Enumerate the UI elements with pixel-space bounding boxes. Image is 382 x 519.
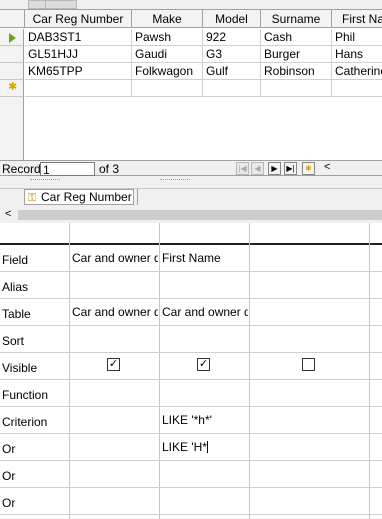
design-row-table: Table Car and owner d Car and owner d	[0, 299, 382, 326]
table-window-title: Car Reg Number	[41, 190, 132, 204]
column-header-car-reg-number[interactable]: Car Reg Number	[25, 10, 132, 28]
visible-checkbox-1[interactable]: ✓	[107, 358, 120, 371]
row-label-function: Function	[2, 388, 49, 402]
record-navigation-bar: Record 1 of 3 |◀ ◀ ▶ ▶| ✱ <	[0, 160, 382, 176]
table-cell[interactable]: 922	[203, 29, 261, 46]
design-row-or-1: Or LIKE 'H*	[0, 434, 382, 461]
record-label: Record	[2, 162, 41, 176]
strip-tick	[45, 0, 77, 9]
current-row-arrow-icon	[9, 33, 16, 43]
visible-checkbox-3[interactable]	[302, 358, 315, 371]
table-cell[interactable]: Burger	[261, 46, 332, 63]
row-label-criterion: Criterion	[2, 415, 48, 429]
table-cell-new[interactable]	[332, 80, 382, 97]
table-cell[interactable]: Catherine	[332, 63, 382, 80]
table-cell[interactable]: G3	[203, 46, 261, 63]
design-row-criterion: Criterion LIKE '*h*'	[0, 407, 382, 434]
row-header[interactable]	[0, 63, 24, 80]
record-number-value: 1	[43, 163, 50, 177]
row-label-or: Or	[2, 442, 16, 456]
design-row-alias: Alias	[0, 272, 382, 299]
previous-record-button[interactable]: ◀	[251, 162, 264, 175]
column-header-make[interactable]: Make	[132, 10, 203, 28]
table-cell[interactable]: DAB3ST1	[25, 29, 132, 46]
field-cell-2[interactable]: First Name	[162, 251, 248, 265]
table-window-car-reg-number[interactable]: ⚿ Car Reg Number	[24, 189, 134, 205]
row-label-table: Table	[2, 307, 31, 321]
design-row-or-2: Or	[0, 461, 382, 488]
new-record-button[interactable]: ✱	[302, 162, 315, 175]
first-record-button[interactable]: |◀	[236, 162, 249, 175]
criterion-cell-2[interactable]: LIKE '*h*'	[162, 413, 248, 427]
scroll-left-icon[interactable]: <	[5, 208, 11, 220]
column-header-first-name[interactable]: First Na	[332, 10, 382, 28]
table-cell[interactable]: Gulf	[203, 63, 261, 80]
table-cell-new[interactable]	[132, 80, 203, 97]
table-cell[interactable]: Hans	[332, 46, 382, 63]
column-header-surname[interactable]: Surname	[261, 10, 332, 28]
design-row-field: Field Car and owner d First Name	[0, 245, 382, 272]
new-record-star-icon: ✱	[8, 81, 18, 93]
row-header-current[interactable]	[0, 29, 24, 46]
or-cell-2-text: LIKE 'H*	[162, 440, 207, 454]
data-grid: Car Reg Number Make Model Surname First …	[0, 0, 382, 160]
table-cell[interactable]: Cash	[261, 29, 332, 46]
next-record-button[interactable]: ▶	[268, 162, 281, 175]
row-label-or: Or	[2, 496, 16, 510]
design-row-sort: Sort	[0, 326, 382, 353]
design-row-function: Function	[0, 380, 382, 407]
row-header[interactable]	[0, 46, 24, 63]
splitter-grip	[30, 179, 60, 184]
row-label-sort: Sort	[2, 334, 25, 348]
visible-checkbox-2[interactable]: ✓	[197, 358, 210, 371]
design-row-visible: Visible ✓ ✓	[0, 353, 382, 380]
table-cell-new[interactable]	[25, 80, 132, 97]
table-cell[interactable]: Pawsh	[132, 29, 203, 46]
row-header-column	[0, 97, 24, 160]
scroll-left-icon[interactable]: <	[324, 161, 330, 173]
design-grid-header	[0, 223, 382, 245]
record-number-input[interactable]: 1	[40, 162, 95, 176]
column-header-model[interactable]: Model	[203, 10, 261, 28]
splitter-grip	[160, 179, 190, 184]
table-cell[interactable]: KM65TPP	[25, 63, 132, 80]
checkmark-icon: ✓	[198, 358, 209, 370]
pane-splitter[interactable]	[0, 177, 382, 189]
row-label-visible: Visible	[2, 361, 38, 375]
table-cell[interactable]: GL51HJJ	[25, 46, 132, 63]
primary-key-icon: ⚿	[28, 192, 37, 204]
table-cell-new[interactable]	[261, 80, 332, 97]
row-header-new[interactable]: ✱	[0, 80, 24, 97]
table-cell[interactable]: Phil	[332, 29, 382, 46]
scroll-thumb[interactable]	[18, 210, 382, 220]
text-cursor	[206, 441, 208, 453]
grid-top-strip	[0, 0, 382, 10]
table-pane: ⚿ Car Reg Number	[0, 189, 382, 207]
table-cell[interactable]: Robinson	[261, 63, 332, 80]
table-cell-new[interactable]	[203, 80, 261, 97]
table-cell-2[interactable]: Car and owner d	[162, 305, 248, 319]
table-cell[interactable]: Gaudi	[132, 46, 203, 63]
table-pane-scrollbar[interactable]: <	[0, 207, 382, 223]
row-label-or: Or	[2, 469, 16, 483]
table-pane-empty	[137, 189, 382, 205]
field-cell-1[interactable]: Car and owner d	[72, 251, 158, 265]
row-label-alias: Alias	[2, 280, 29, 294]
grid-horizontal-scrollbar[interactable]: <	[320, 161, 382, 175]
design-row-or-3: Or	[0, 488, 382, 515]
table-cell[interactable]: Folkwagon	[132, 63, 203, 80]
row-label-field: Field	[2, 253, 29, 267]
or-cell-2[interactable]: LIKE 'H*	[162, 440, 248, 454]
table-cell-1[interactable]: Car and owner d	[72, 305, 158, 319]
last-record-button[interactable]: ▶|	[284, 162, 297, 175]
checkmark-icon: ✓	[108, 358, 119, 370]
record-count-label: of 3	[99, 162, 120, 176]
corner-header[interactable]	[0, 10, 25, 28]
